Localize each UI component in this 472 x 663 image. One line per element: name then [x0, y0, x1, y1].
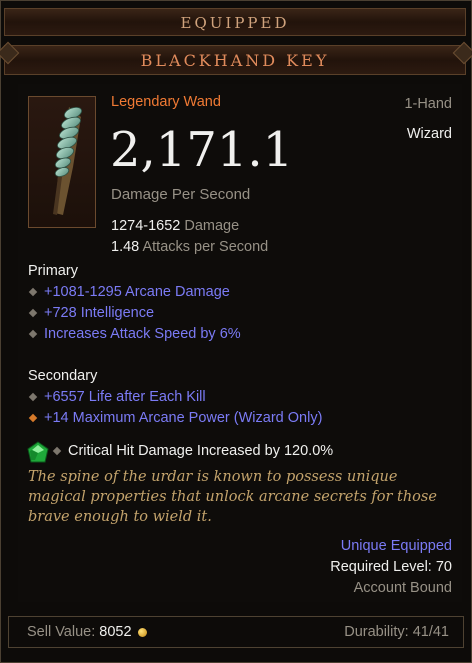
item-name-title: BLACKHAND KEY	[4, 45, 466, 75]
dps-label: Damage Per Second	[111, 186, 251, 203]
flavor-text: The spine of the urdar is known to posse…	[28, 469, 437, 525]
account-bound: Account Bound	[353, 580, 452, 596]
gold-coin-icon	[137, 627, 147, 637]
damage-line: 1274-1652 Damage	[111, 218, 239, 234]
unique-equipped: Unique Equipped	[340, 538, 452, 554]
secondary-label: Secondary	[28, 368, 98, 384]
primary-stat: +728 Intelligence	[28, 305, 154, 321]
stat-bullet-icon	[28, 308, 38, 318]
stat-bullet-icon	[28, 392, 38, 402]
item-icon-frame	[28, 96, 96, 228]
emerald-gem-icon	[27, 441, 49, 463]
tooltip-footer: Sell Value: 8052 Durability: 41/41	[8, 616, 464, 648]
damage-range: 1274-1652	[111, 218, 181, 234]
primary-stat: Increases Attack Speed by 6%	[28, 326, 241, 342]
sell-value: Sell Value: 8052	[27, 624, 147, 640]
equipped-header: EQUIPPED	[4, 8, 466, 36]
item-slot: 1-Hand	[404, 96, 452, 112]
attack-speed-label: Attacks per Second	[142, 239, 269, 255]
primary-label: Primary	[28, 263, 78, 279]
item-type: Legendary Wand	[111, 94, 221, 110]
sell-value-amount: 8052	[99, 624, 132, 640]
wand-icon	[53, 106, 83, 215]
attack-speed-line: 1.48 Attacks per Second	[111, 239, 268, 255]
socket-line: Critical Hit Damage Increased by 120.0%	[52, 443, 333, 459]
stat-bullet-icon	[28, 413, 38, 423]
stat-bullet-icon	[28, 329, 38, 339]
primary-stat: +1081-1295 Arcane Damage	[28, 284, 230, 300]
required-level: Required Level: 70	[330, 559, 452, 575]
stat-bullet-icon	[52, 446, 62, 456]
durability: Durability: 41/41	[344, 624, 449, 640]
secondary-stat: +14 Maximum Arcane Power (Wizard Only)	[28, 410, 322, 426]
item-class: Wizard	[406, 126, 452, 142]
stat-bullet-icon	[28, 287, 38, 297]
dps-value: 2,171.1	[110, 122, 294, 178]
sell-value-label: Sell Value:	[27, 624, 96, 640]
secondary-stat: +6557 Life after Each Kill	[28, 389, 206, 405]
attack-speed-value: 1.48	[111, 239, 140, 255]
damage-label: Damage	[184, 218, 240, 234]
